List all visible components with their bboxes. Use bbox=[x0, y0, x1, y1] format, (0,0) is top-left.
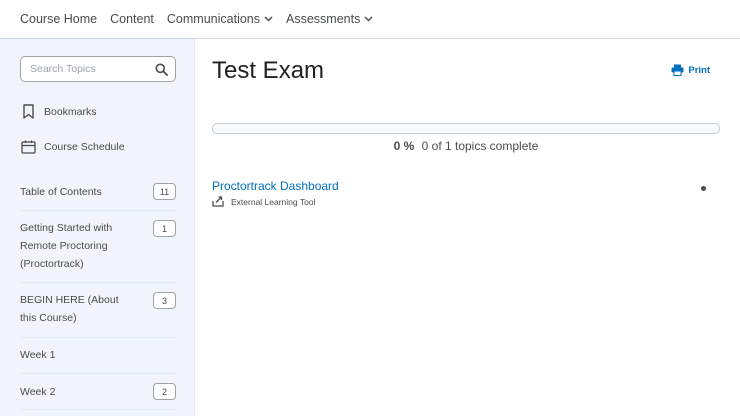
sidebar: Bookmarks Course Schedule Table of Conte… bbox=[0, 39, 195, 416]
external-tool-icon bbox=[212, 196, 224, 207]
topic-link-proctortrack[interactable]: Proctortrack Dashboard bbox=[212, 179, 339, 193]
toc-item-week-1[interactable]: Week 1 bbox=[20, 338, 176, 374]
bookmarks-label: Bookmarks bbox=[44, 105, 97, 118]
count-badge: 1 bbox=[153, 220, 176, 237]
toc-item-label: Table of Contents bbox=[20, 186, 102, 198]
toc-item-table-of-contents[interactable]: Table of Contents 11 bbox=[20, 175, 176, 211]
print-button[interactable]: Print bbox=[671, 64, 710, 76]
toc-item-getting-started[interactable]: Getting Started with Remote Proctoring (… bbox=[20, 211, 176, 283]
page-title: Test Exam bbox=[212, 57, 325, 84]
nav-content[interactable]: Content bbox=[110, 12, 154, 26]
print-label: Print bbox=[688, 64, 710, 76]
topic-status-dot bbox=[701, 186, 706, 191]
topic-meta: External Learning Tool bbox=[212, 196, 315, 207]
top-nav: Course Home Content Communications Asses… bbox=[0, 0, 740, 39]
toc-item-week-2[interactable]: Week 2 2 bbox=[20, 374, 176, 410]
calendar-icon bbox=[20, 140, 36, 154]
search-input[interactable] bbox=[30, 63, 150, 75]
bookmark-icon bbox=[22, 104, 34, 119]
nav-communications-label: Communications bbox=[166, 12, 260, 26]
nav-course-home[interactable]: Course Home bbox=[20, 12, 97, 26]
count-badge: 3 bbox=[153, 292, 176, 309]
topic-type: External Learning Tool bbox=[231, 196, 316, 207]
toc-item-begin-here[interactable]: BEGIN HERE (About this Course) 3 bbox=[20, 283, 176, 338]
nav-assessments-label: Assessments bbox=[286, 12, 361, 26]
chevron-down-icon bbox=[364, 16, 373, 22]
main-content: Test Exam Print 0 % 0 of 1 topics comple… bbox=[196, 39, 740, 416]
count-badge: 2 bbox=[153, 383, 176, 400]
progress-summary: 0 % 0 of 1 topics complete bbox=[212, 139, 720, 153]
progress-count: 0 of 1 topics complete bbox=[421, 139, 539, 153]
search-box bbox=[20, 56, 176, 82]
toc-item-label: Getting Started with Remote Proctoring (… bbox=[20, 222, 113, 270]
nav-content-label: Content bbox=[110, 12, 154, 26]
toc-list: Table of Contents 11 Getting Started wit… bbox=[20, 175, 176, 410]
printer-icon bbox=[671, 64, 684, 76]
nav-course-home-label: Course Home bbox=[20, 12, 98, 26]
toc-item-label: Week 1 bbox=[20, 349, 56, 361]
app: Course Home Content Communications Asses… bbox=[0, 0, 740, 416]
course-schedule-label: Course Schedule bbox=[44, 141, 125, 153]
course-schedule-link[interactable]: Course Schedule bbox=[20, 140, 125, 154]
toc-item-label: BEGIN HERE (About this Course) bbox=[20, 294, 119, 324]
bookmarks-link[interactable]: Bookmarks bbox=[20, 104, 97, 119]
nav-communications[interactable]: Communications bbox=[167, 12, 273, 26]
progress-percent: 0 % bbox=[393, 139, 415, 153]
search-icon[interactable] bbox=[155, 63, 168, 76]
count-badge: 11 bbox=[153, 183, 176, 200]
toc-item-label: Week 2 bbox=[20, 386, 56, 398]
nav-assessments[interactable]: Assessments bbox=[286, 12, 373, 26]
progress-bar bbox=[212, 123, 720, 134]
chevron-down-icon bbox=[264, 16, 273, 22]
